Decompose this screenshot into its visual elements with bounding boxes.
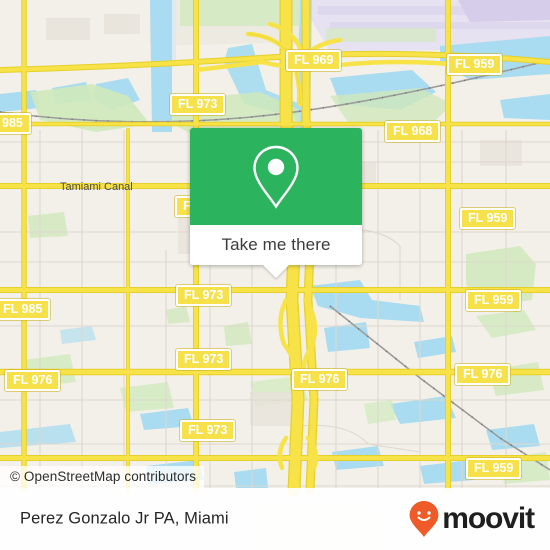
bottom-info-bar: Perez Gonzalo Jr PA, Miami moovit	[0, 488, 550, 550]
callout-image-area	[190, 128, 362, 225]
road-shield: FL 969	[286, 50, 342, 71]
road-shield: FL 976	[5, 370, 61, 391]
road-shield: FL 973	[176, 285, 232, 306]
callout-action-area[interactable]: Take me there	[190, 225, 362, 278]
moovit-map-page: Tamiami Canal FL 969 FL 959 FL 973 985 FL 96…	[0, 0, 550, 550]
map-pin-icon	[253, 145, 299, 209]
place-name: Perez Gonzalo Jr PA, Miami	[20, 509, 229, 528]
road-shield: FL 976	[292, 369, 348, 390]
moovit-wordmark: moovit	[442, 502, 535, 535]
road-shield: FL 959	[460, 208, 516, 229]
road-shield: FL 968	[385, 121, 441, 142]
callout-tail	[263, 265, 289, 278]
map-label-tamiami-canal: Tamiami Canal	[60, 181, 133, 193]
road-shield: FL 985	[0, 299, 51, 320]
callout-label: Take me there	[221, 235, 331, 254]
road-shield: FL 959	[466, 458, 522, 479]
road-shield: FL 973	[176, 349, 232, 370]
road-shield: FL 973	[170, 94, 226, 115]
road-shield: FL 959	[447, 54, 503, 75]
map-attribution[interactable]: © OpenStreetMap contributors	[0, 466, 205, 488]
road-shield: FL 973	[180, 420, 236, 441]
take-me-there-callout[interactable]: Take me there	[190, 128, 362, 278]
road-shield: 985	[0, 113, 31, 134]
road-shield: FL 959	[466, 290, 522, 311]
moovit-logo[interactable]: moovit	[408, 500, 535, 538]
road-shield: FL 976	[455, 364, 511, 385]
moovit-pin-icon	[409, 501, 439, 537]
